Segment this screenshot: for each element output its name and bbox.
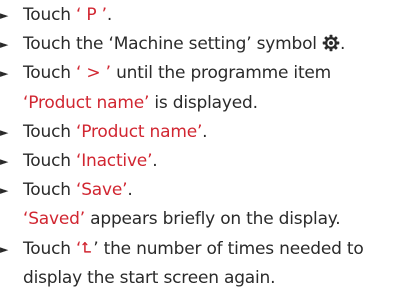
step-touch-inactive: ► Touch ‘Inactive’.	[0, 147, 394, 176]
bullet-arrow-icon: ►	[0, 154, 9, 168]
highlighted-term: ‘Inactive’	[76, 150, 153, 171]
highlighted-term: ‘Saved’	[23, 209, 85, 230]
step-text-end: .	[202, 121, 208, 142]
highlighted-term: ‘	[76, 238, 82, 259]
step-touch-product-name: ► Touch ‘Product name’.	[0, 118, 394, 147]
step-continuation: ‘Saved’ appears briefly on the display.	[0, 205, 394, 234]
step-text-end: ’ the number of times needed to	[93, 238, 364, 259]
instruction-list: ► Touch ‘ P ’. ► Touch the ‘Machine settin…	[0, 1, 394, 293]
back-arrow-icon	[82, 241, 92, 253]
highlighted-term: ‘Product name’	[23, 92, 150, 113]
bullet-arrow-icon: ►	[0, 184, 9, 198]
highlighted-term: ‘ > ’	[76, 63, 111, 84]
step-touch-p: ► Touch ‘ P ’.	[0, 1, 394, 30]
step-continuation: ‘Product name’ is displayed.	[0, 89, 394, 118]
bullet-arrow-icon: ►	[0, 242, 9, 256]
step-text-end: .	[106, 5, 113, 25]
step-touch-machine-setting: ► Touch the ‘Machine setting’ symbol .	[0, 30, 394, 59]
highlighted-term: ‘Product name’	[76, 121, 203, 142]
bullet-arrow-icon: ►	[0, 38, 9, 52]
step-text-end: .	[152, 150, 158, 171]
step-text-end: is displayed.	[149, 92, 258, 113]
step-text: Touch	[23, 121, 76, 142]
step-touch-next: ► Touch ‘ > ’ until the programme item	[0, 59, 394, 88]
step-text: Touch	[23, 63, 76, 84]
step-text: Touch	[23, 238, 76, 259]
step-text: Touch	[23, 180, 76, 201]
bullet-arrow-icon: ►	[0, 67, 9, 81]
gear-icon	[322, 34, 340, 52]
bullet-arrow-icon: ►	[0, 9, 9, 22]
step-text-end: .	[127, 180, 133, 201]
step-text-end: until the programme item	[110, 63, 332, 84]
bullet-arrow-icon: ►	[0, 125, 9, 139]
step-continuation: display the start screen again.	[0, 264, 394, 293]
step-touch-save: ► Touch ‘Save’.	[0, 176, 394, 205]
highlighted-term: ‘ P ’	[76, 5, 107, 25]
step-text-end: .	[340, 34, 346, 55]
highlighted-term: ‘Save’	[76, 180, 128, 201]
step-text: Touch	[23, 150, 76, 171]
step-text: Touch	[23, 5, 76, 25]
step-text-end: appears briefly on the display.	[84, 209, 341, 230]
step-text: Touch the ‘Machine setting’ symbol	[23, 34, 317, 55]
step-touch-back: ► Touch ‘ ’ the number of times needed to	[0, 235, 394, 264]
step-text-end: display the start screen again.	[23, 267, 276, 288]
